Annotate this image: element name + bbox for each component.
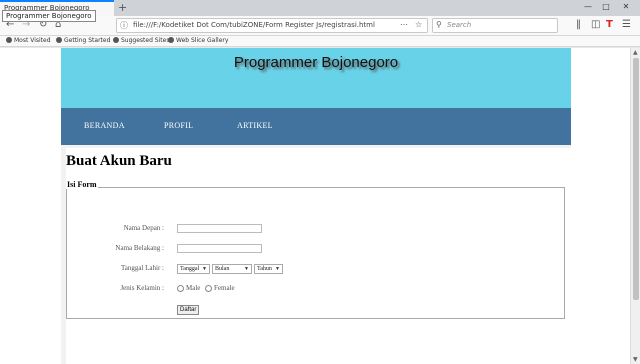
dob-label: Tanggal Lahir : bbox=[120, 264, 164, 272]
vertical-scrollbar[interactable]: ▲ ▼ bbox=[630, 48, 640, 364]
menu-item-artikel[interactable]: ARTIKEL bbox=[237, 121, 273, 130]
page-viewport: Programmer Bojonegoro BERANDA PROFIL ART… bbox=[0, 48, 630, 364]
bookmark-getting-started[interactable]: Getting Started bbox=[56, 36, 110, 46]
bookmark-most-visited[interactable]: Most Visited bbox=[6, 36, 51, 46]
url-bar[interactable]: ⓘ file:///F:/Kodetiket Dot Com/tubiZONE/… bbox=[116, 18, 428, 33]
close-window-button[interactable]: ✕ bbox=[620, 1, 632, 12]
month-select[interactable]: Bulan ▼ bbox=[212, 264, 252, 274]
info-icon[interactable]: ⓘ bbox=[120, 20, 128, 31]
dropdown-arrow-icon: ▼ bbox=[244, 267, 249, 272]
gear-icon bbox=[6, 37, 12, 43]
navigation-toolbar: ← → ↻ ⌂ ⓘ file:///F:/Kodetiket Dot Com/t… bbox=[0, 16, 640, 36]
site-wrapper: Programmer Bojonegoro BERANDA PROFIL ART… bbox=[61, 48, 573, 364]
maximize-button[interactable]: □ bbox=[600, 1, 612, 12]
main-menu: BERANDA PROFIL ARTIKEL bbox=[61, 108, 571, 145]
year-select[interactable]: Tahun ▼ bbox=[254, 264, 283, 274]
bookmark-web-slice-gallery[interactable]: Web Slice Gallery bbox=[168, 36, 228, 46]
main-area: Buat Akun Baru Isi Form Nama Depan : Nam… bbox=[61, 145, 573, 364]
new-tab-button[interactable]: + bbox=[118, 1, 127, 14]
scroll-down-icon[interactable]: ▼ bbox=[633, 356, 638, 363]
day-select[interactable]: Tanggal ▼ bbox=[177, 264, 210, 274]
scroll-thumb[interactable] bbox=[633, 58, 639, 300]
form-legend: Isi Form bbox=[66, 180, 98, 189]
search-bar[interactable]: ⚲ Search bbox=[432, 18, 558, 33]
globe-icon bbox=[168, 37, 174, 43]
minimize-button[interactable]: — bbox=[582, 1, 594, 12]
last-name-label: Nama Belakang : bbox=[115, 244, 164, 252]
site-header: Programmer Bojonegoro bbox=[61, 48, 571, 108]
extension-icon[interactable]: T bbox=[606, 19, 613, 31]
dropdown-arrow-icon: ▼ bbox=[275, 267, 280, 272]
female-label: Female bbox=[214, 284, 235, 292]
bookmarks-toolbar: Most Visited Getting Started Suggested S… bbox=[0, 36, 640, 47]
submit-button[interactable]: Daftar bbox=[177, 305, 200, 315]
first-name-label: Nama Depan : bbox=[123, 224, 164, 232]
url-text: file:///F:/Kodetiket Dot Com/tubiZONE/Fo… bbox=[133, 21, 375, 29]
scroll-up-icon[interactable]: ▲ bbox=[633, 49, 638, 56]
tab-bar: Programmer Bojonegoro Programmer Bojoneg… bbox=[0, 0, 640, 22]
tab-tooltip: Programmer Bojonegoro bbox=[2, 10, 96, 22]
last-name-input[interactable] bbox=[177, 244, 262, 253]
female-radio[interactable] bbox=[205, 285, 212, 292]
page-title: Buat Akun Baru bbox=[66, 153, 172, 169]
male-label: Male bbox=[186, 284, 201, 292]
male-radio[interactable] bbox=[177, 285, 184, 292]
menu-icon[interactable]: ☰ bbox=[622, 19, 631, 31]
bookmark-suggested-sites[interactable]: Suggested Sites bbox=[113, 36, 169, 46]
search-icon: ⚲ bbox=[436, 20, 442, 29]
search-placeholder: Search bbox=[447, 21, 472, 29]
content-panel: Buat Akun Baru Isi Form Nama Depan : Nam… bbox=[66, 148, 573, 364]
sidebar-icon[interactable]: ◫ bbox=[591, 19, 600, 31]
dropdown-arrow-icon: ▼ bbox=[202, 267, 207, 272]
gender-label: Jenis Kelamin : bbox=[120, 284, 164, 292]
first-name-input[interactable] bbox=[177, 224, 262, 233]
firefox-icon bbox=[56, 37, 62, 43]
form-fieldset bbox=[66, 187, 565, 319]
globe-icon bbox=[113, 37, 119, 43]
menu-item-beranda[interactable]: BERANDA bbox=[84, 121, 125, 130]
library-icon[interactable]: ‖ bbox=[576, 19, 581, 31]
page-actions-icon[interactable]: ⋯ bbox=[400, 20, 408, 29]
bookmark-star-icon[interactable]: ☆ bbox=[415, 20, 422, 29]
menu-item-profil[interactable]: PROFIL bbox=[164, 121, 193, 130]
site-title: Programmer Bojonegoro bbox=[233, 54, 399, 71]
